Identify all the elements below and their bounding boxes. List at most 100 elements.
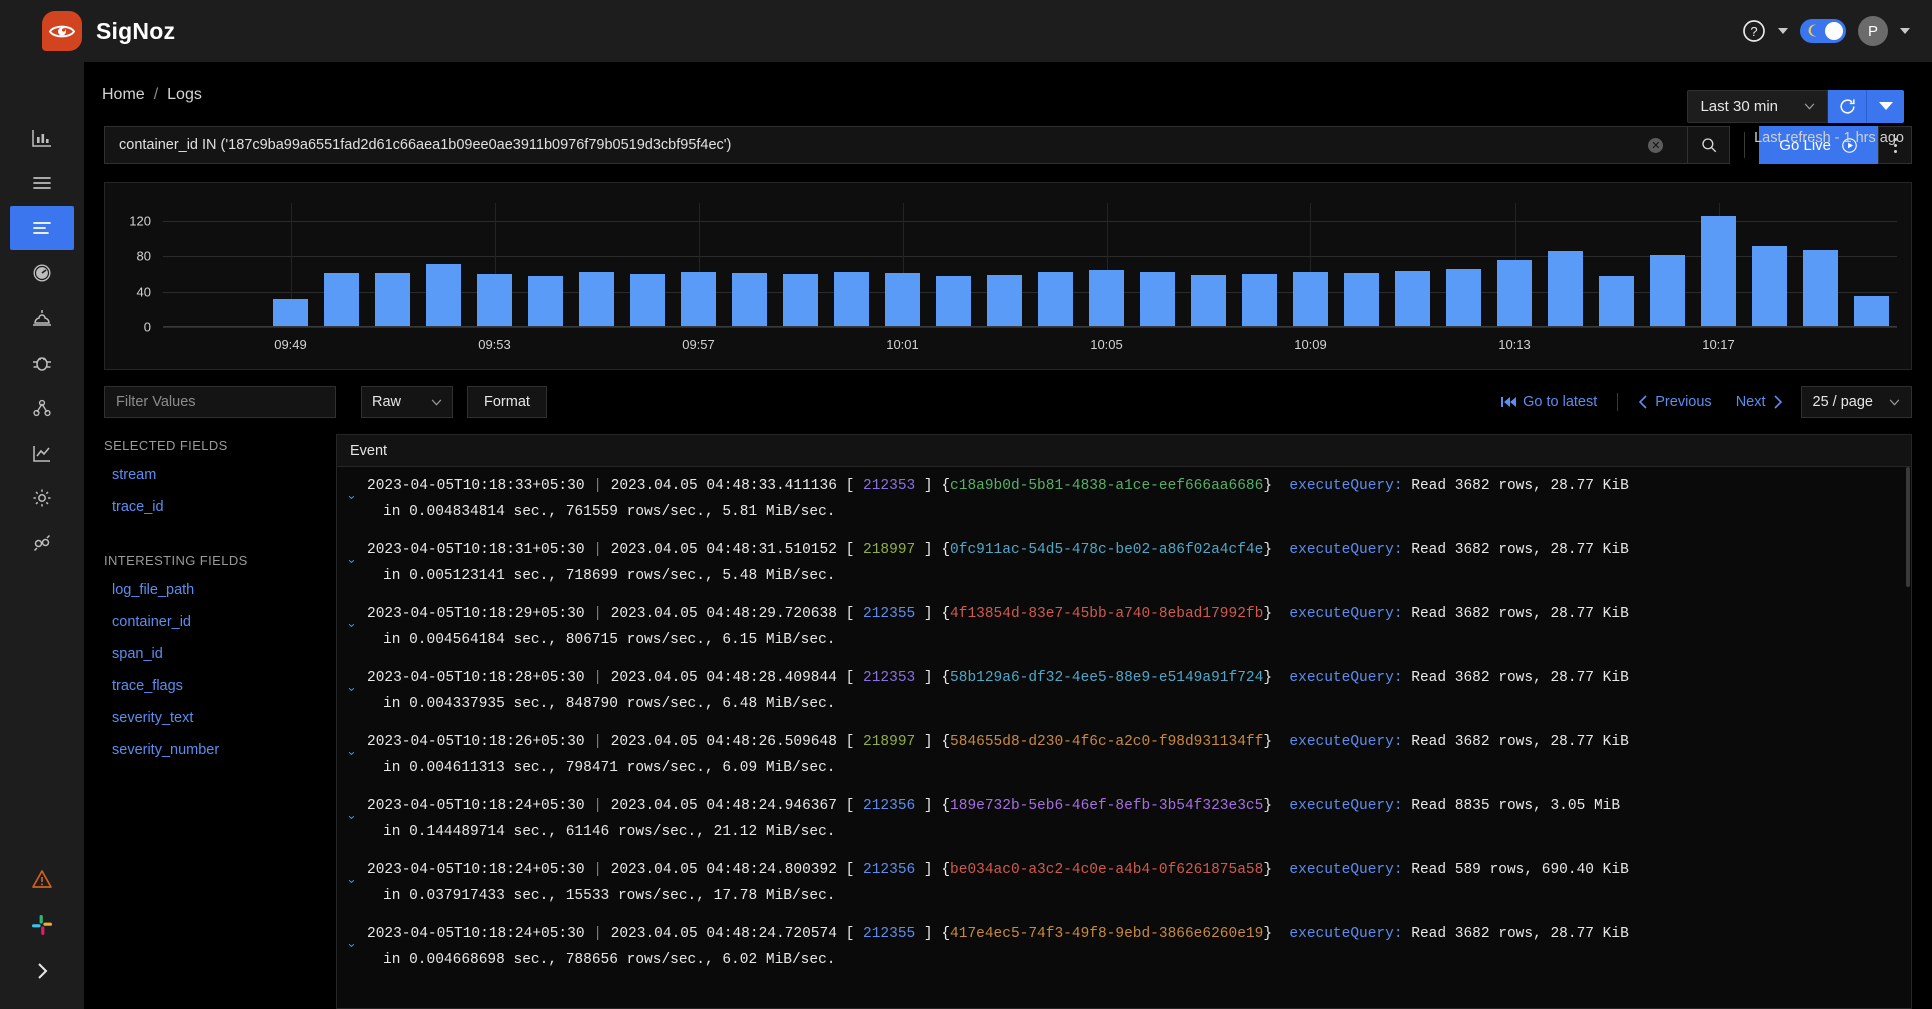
sidebar-item-settings[interactable] xyxy=(10,476,74,520)
chart-bar-cell[interactable] xyxy=(979,203,1030,327)
sidebar-item-logs[interactable] xyxy=(10,206,74,250)
refresh-options-button[interactable] xyxy=(1866,90,1904,123)
brand-logo[interactable]: SigNoz xyxy=(0,11,175,51)
filter-values-input[interactable]: Filter Values xyxy=(104,386,336,418)
chart-bar-cell[interactable] xyxy=(1336,203,1387,327)
log-line-primary: 2023-04-05T10:18:33+05:30 | 2023.04.05 0… xyxy=(367,473,1911,499)
log-row[interactable]: ⌄ 2023-04-05T10:18:33+05:30 | 2023.04.05 … xyxy=(337,467,1911,531)
dark-mode-toggle[interactable] xyxy=(1800,19,1846,43)
chart-bar-cell[interactable] xyxy=(163,203,214,327)
chart-bar-cell[interactable] xyxy=(1744,203,1795,327)
chart-bar-cell[interactable] xyxy=(1030,203,1081,327)
expand-row-icon[interactable]: ⌄ xyxy=(346,680,357,693)
interesting-field-severity_text[interactable]: severity_text xyxy=(104,710,322,742)
chart-bar-cell[interactable] xyxy=(1387,203,1438,327)
per-page-select[interactable]: 25 / page xyxy=(1801,386,1912,418)
selected-field-stream[interactable]: stream xyxy=(104,467,322,499)
expand-row-icon[interactable]: ⌄ xyxy=(346,808,357,821)
expand-row-icon[interactable]: ⌄ xyxy=(346,744,357,757)
interesting-field-severity_number[interactable]: severity_number xyxy=(104,742,322,774)
chart-bar-cell[interactable] xyxy=(265,203,316,327)
clear-circle-icon[interactable]: ✕ xyxy=(1648,138,1663,153)
chart-bar-cell[interactable] xyxy=(214,203,265,327)
warning-triangle-icon[interactable] xyxy=(30,867,54,891)
sidebar-item-usage[interactable] xyxy=(10,431,74,475)
expand-row-icon[interactable]: ⌄ xyxy=(346,488,357,501)
chart-bar-cell[interactable] xyxy=(877,203,928,327)
interesting-field-log_file_path[interactable]: log_file_path xyxy=(104,582,322,614)
chart-bar-cell[interactable] xyxy=(1285,203,1336,327)
log-row[interactable]: ⌄2023-04-05T10:18:29+05:30 | 2023.04.05 … xyxy=(337,595,1911,659)
chart-bar-cell[interactable] xyxy=(1846,203,1897,327)
account-chevron-down-icon[interactable] xyxy=(1900,28,1910,34)
log-row[interactable]: ⌄2023-04-05T10:18:24+05:30 | 2023.04.05 … xyxy=(337,851,1911,915)
format-button[interactable]: Format xyxy=(467,386,547,418)
log-query-uuid: 584655d8-d230-4f6c-a2c0-f98d931134ff xyxy=(950,734,1263,750)
chart-bar-cell[interactable] xyxy=(469,203,520,327)
chart-bar-cell[interactable] xyxy=(775,203,826,327)
chart-bar-cell[interactable] xyxy=(1693,203,1744,327)
chart-bar-cell[interactable] xyxy=(1591,203,1642,327)
chart-bar xyxy=(1650,255,1685,327)
expand-row-icon[interactable]: ⌄ xyxy=(346,936,357,949)
settings-gear-icon xyxy=(30,486,54,510)
chart-bar-cell[interactable] xyxy=(1438,203,1489,327)
breadcrumb-home[interactable]: Home xyxy=(102,86,145,104)
log-clickhouse-timestamp: 2023.04.05 04:48:33.411136 xyxy=(611,478,837,494)
chart-bar-cell[interactable] xyxy=(622,203,673,327)
previous-page-button[interactable]: Previous xyxy=(1638,394,1711,410)
breadcrumb-current[interactable]: Logs xyxy=(167,86,202,104)
query-input[interactable]: container_id IN ('187c9ba99a6551fad2d61c… xyxy=(104,126,1688,164)
interesting-fields-title: INTERESTING FIELDS xyxy=(104,553,322,568)
chart-bar-cell[interactable] xyxy=(1489,203,1540,327)
chart-bar-cell[interactable] xyxy=(1642,203,1693,327)
chart-bar-cell[interactable] xyxy=(724,203,775,327)
chart-bar-cell[interactable] xyxy=(1132,203,1183,327)
chart-bar-cell[interactable] xyxy=(673,203,724,327)
sidebar-item-alerts[interactable] xyxy=(10,296,74,340)
refresh-button[interactable] xyxy=(1828,90,1866,123)
sidebar-item-traces[interactable] xyxy=(10,161,74,205)
slack-icon[interactable] xyxy=(30,913,54,937)
view-mode-select[interactable]: Raw xyxy=(361,386,453,418)
sidebar-item-service-map[interactable] xyxy=(10,386,74,430)
logs-list[interactable]: ⌄ 2023-04-05T10:18:33+05:30 | 2023.04.05 … xyxy=(337,467,1911,1008)
go-to-latest-button[interactable]: Go to latest xyxy=(1501,394,1597,410)
chart-bar-cell[interactable] xyxy=(571,203,622,327)
chart-bar-cell[interactable] xyxy=(316,203,367,327)
log-row[interactable]: ⌄2023-04-05T10:18:24+05:30 | 2023.04.05 … xyxy=(337,787,1911,851)
expand-chevron-icon[interactable] xyxy=(30,959,54,983)
question-circle-icon[interactable]: ? xyxy=(1742,19,1766,43)
log-row[interactable]: ⌄2023-04-05T10:18:31+05:30 | 2023.04.05 … xyxy=(337,531,1911,595)
interesting-field-trace_flags[interactable]: trace_flags xyxy=(104,678,322,710)
avatar[interactable]: P xyxy=(1858,16,1888,46)
log-clickhouse-timestamp: 2023.04.05 04:48:28.409844 xyxy=(611,670,837,686)
chart-bar-cell[interactable] xyxy=(1795,203,1846,327)
interesting-field-span_id[interactable]: span_id xyxy=(104,646,322,678)
chart-bar-cell[interactable] xyxy=(367,203,418,327)
expand-row-icon[interactable]: ⌄ xyxy=(346,616,357,629)
expand-row-icon[interactable]: ⌄ xyxy=(346,552,357,565)
sidebar-item-services[interactable] xyxy=(10,116,74,160)
chart-bar xyxy=(1548,251,1583,327)
chart-bar-cell[interactable] xyxy=(928,203,979,327)
next-page-button[interactable]: Next xyxy=(1736,394,1783,410)
sidebar-item-dashboards[interactable] xyxy=(10,251,74,295)
chart-bar-cell[interactable] xyxy=(826,203,877,327)
interesting-field-container_id[interactable]: container_id xyxy=(104,614,322,646)
sidebar-item-integrations[interactable] xyxy=(10,521,74,565)
chart-bar-cell[interactable] xyxy=(520,203,571,327)
sidebar-item-exceptions[interactable] xyxy=(10,341,74,385)
log-row[interactable]: ⌄2023-04-05T10:18:26+05:30 | 2023.04.05 … xyxy=(337,723,1911,787)
help-chevron-down-icon[interactable] xyxy=(1778,28,1788,34)
chart-bar-cell[interactable] xyxy=(1540,203,1591,327)
expand-row-icon[interactable]: ⌄ xyxy=(346,872,357,885)
chart-bar-cell[interactable] xyxy=(1081,203,1132,327)
log-row[interactable]: ⌄2023-04-05T10:18:24+05:30 | 2023.04.05 … xyxy=(337,915,1911,979)
log-row[interactable]: ⌄2023-04-05T10:18:28+05:30 | 2023.04.05 … xyxy=(337,659,1911,723)
time-range-select[interactable]: Last 30 min xyxy=(1687,90,1828,123)
selected-field-trace_id[interactable]: trace_id xyxy=(104,499,322,531)
chart-bar-cell[interactable] xyxy=(418,203,469,327)
chart-bar-cell[interactable] xyxy=(1234,203,1285,327)
chart-bar-cell[interactable] xyxy=(1183,203,1234,327)
